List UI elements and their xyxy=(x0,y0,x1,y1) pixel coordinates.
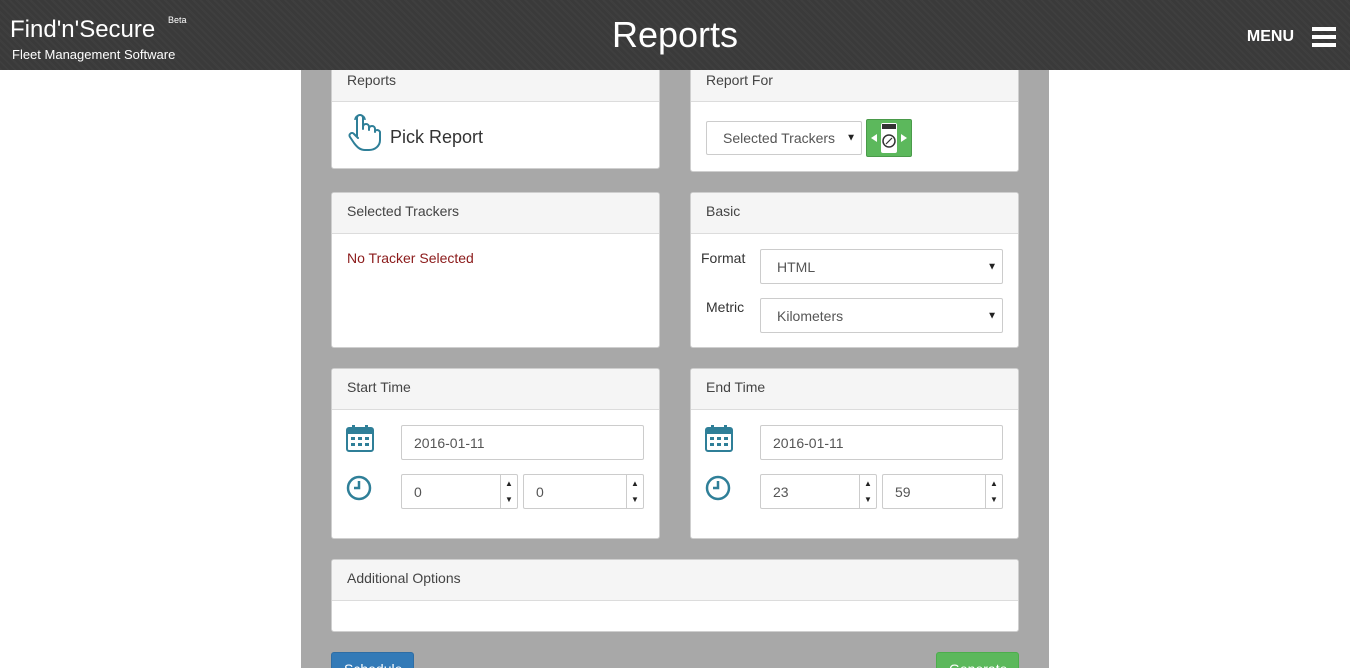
hamburger-icon[interactable] xyxy=(1312,27,1336,47)
start-hour-value: 0 xyxy=(414,483,422,500)
end-date-value: 2016-01-11 xyxy=(773,434,844,451)
start-time-panel-title: Start Time xyxy=(332,369,659,410)
top-bar: Find'n'Secure Beta Fleet Management Soft… xyxy=(0,0,1350,70)
metric-select[interactable]: Kilometers ▼ xyxy=(760,298,1003,333)
clock-icon xyxy=(346,475,372,501)
start-minute-value: 0 xyxy=(536,483,544,500)
arrow-up-icon[interactable]: ▲ xyxy=(501,475,517,492)
metric-label: Metric xyxy=(706,299,745,315)
arrow-down-icon[interactable]: ▼ xyxy=(501,492,517,509)
logo-beta-badge: Beta xyxy=(168,15,187,25)
no-tracker-message: No Tracker Selected xyxy=(347,250,474,266)
logo-subtitle: Fleet Management Software xyxy=(12,47,176,62)
metric-value: Kilometers xyxy=(777,307,844,324)
logo[interactable]: Find'n'Secure Beta Fleet Management Soft… xyxy=(10,12,210,64)
start-date-value: 2016-01-11 xyxy=(414,434,485,451)
chevron-down-icon: ▼ xyxy=(846,132,856,144)
report-for-value: Selected Trackers xyxy=(723,130,836,146)
chevron-down-icon: ▼ xyxy=(987,310,997,321)
arrow-down-icon[interactable]: ▼ xyxy=(627,492,643,509)
start-date-input[interactable]: 2016-01-11 xyxy=(401,425,644,460)
arrow-up-icon[interactable]: ▲ xyxy=(986,475,1002,492)
selected-trackers-panel-title: Selected Trackers xyxy=(332,193,659,234)
calendar-icon xyxy=(346,425,374,452)
format-label: Format xyxy=(701,250,746,266)
start-minute-input[interactable]: 0 ▲ ▼ xyxy=(523,474,644,509)
menu-button[interactable]: MENU xyxy=(1247,24,1336,50)
reports-panel-title: Reports xyxy=(332,70,659,102)
pointing-hand-icon xyxy=(348,114,381,151)
report-for-panel-title: Report For xyxy=(691,70,1018,102)
generate-button[interactable]: Generate xyxy=(936,652,1019,668)
additional-options-title[interactable]: Additional Options xyxy=(332,560,1018,601)
basic-panel: Basic Format HTML ▼ Metric Kilometers ▼ xyxy=(690,192,1019,348)
pick-report-button[interactable]: Pick Report xyxy=(346,114,483,152)
end-hour-value: 23 xyxy=(773,483,789,500)
end-minute-input[interactable]: 59 ▲ ▼ xyxy=(882,474,1003,509)
arrow-down-icon[interactable]: ▼ xyxy=(860,492,876,509)
select-trackers-button[interactable] xyxy=(866,119,912,157)
end-minute-stepper[interactable]: ▲ ▼ xyxy=(985,475,1002,508)
tracker-device-icon xyxy=(871,123,907,153)
clock-icon xyxy=(705,475,731,501)
end-time-panel: End Time 2016-01-11 23 ▲ ▼ 59 ▲ ▼ xyxy=(690,368,1019,539)
reports-form: Reports Pick Report Report For Selected … xyxy=(301,70,1049,668)
additional-options-panel[interactable]: Additional Options xyxy=(331,559,1019,632)
report-for-panel: Report For Selected Trackers ▼ xyxy=(690,70,1019,172)
format-select[interactable]: HTML ▼ xyxy=(760,249,1003,284)
chevron-down-icon: ▼ xyxy=(987,261,997,272)
schedule-button[interactable]: Schedule xyxy=(331,652,414,668)
end-time-panel-title: End Time xyxy=(691,369,1018,410)
pick-report-label: Pick Report xyxy=(390,126,484,147)
arrow-up-icon[interactable]: ▲ xyxy=(627,475,643,492)
start-hour-input[interactable]: 0 ▲ ▼ xyxy=(401,474,518,509)
format-value: HTML xyxy=(777,258,816,275)
calendar-icon xyxy=(705,425,733,452)
basic-panel-title: Basic xyxy=(691,193,1018,234)
end-date-input[interactable]: 2016-01-11 xyxy=(760,425,1003,460)
end-minute-value: 59 xyxy=(895,483,911,500)
arrow-down-icon[interactable]: ▼ xyxy=(986,492,1002,509)
start-minute-stepper[interactable]: ▲ ▼ xyxy=(626,475,643,508)
report-for-select[interactable]: Selected Trackers ▼ xyxy=(706,121,862,155)
arrow-up-icon[interactable]: ▲ xyxy=(860,475,876,492)
logo-text: Find'n'Secure xyxy=(10,16,156,43)
end-hour-stepper[interactable]: ▲ ▼ xyxy=(859,475,876,508)
end-hour-input[interactable]: 23 ▲ ▼ xyxy=(760,474,877,509)
selected-trackers-panel: Selected Trackers No Tracker Selected xyxy=(331,192,660,348)
start-time-panel: Start Time 2016-01-11 0 ▲ ▼ 0 ▲ ▼ xyxy=(331,368,660,539)
menu-label: MENU xyxy=(1246,28,1294,45)
start-hour-stepper[interactable]: ▲ ▼ xyxy=(500,475,517,508)
reports-panel: Reports Pick Report xyxy=(331,70,660,169)
